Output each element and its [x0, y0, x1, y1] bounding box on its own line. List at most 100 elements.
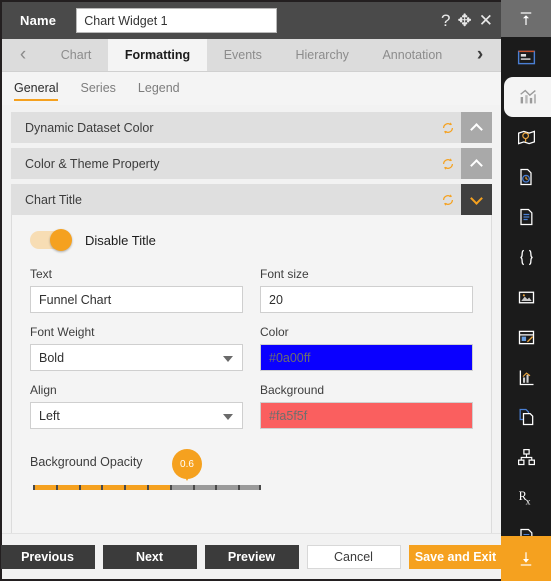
save-and-exit-button[interactable]: Save and Exit — [408, 544, 503, 569]
font-size-label: Font size — [260, 267, 309, 281]
copy-document-icon — [519, 408, 534, 426]
align-select[interactable]: Left — [30, 402, 243, 429]
refresh-icon[interactable] — [435, 184, 461, 215]
rail-item-line-chart[interactable] — [501, 357, 551, 397]
rail-icon-list: R x — [501, 37, 551, 581]
prescription-rx-icon: R x — [518, 489, 530, 507]
question-mark-icon[interactable]: ? — [441, 12, 450, 29]
rail-item-copy-document[interactable] — [501, 397, 551, 437]
font-size-input[interactable] — [260, 286, 473, 313]
font-weight-value: Bold — [39, 350, 65, 365]
accordion-title: Dynamic Dataset Color — [25, 120, 154, 135]
tabs-scroll-right-icon[interactable]: › — [459, 39, 502, 71]
rail-item-document-lines[interactable] — [501, 197, 551, 237]
move-icon[interactable]: ✥ — [458, 12, 472, 29]
disable-title-toggle[interactable] — [30, 229, 72, 251]
rail-item-widget-panel[interactable] — [501, 37, 551, 77]
rail-item-prescription-rx[interactable]: R x — [501, 477, 551, 517]
font-weight-label: Font Weight — [30, 325, 95, 339]
refresh-icon[interactable] — [435, 112, 461, 143]
field-background: Background #fa5f5f — [260, 383, 473, 429]
color-value: #0a00ff — [269, 350, 311, 365]
tab-hierarchy[interactable]: Hierarchy — [278, 39, 366, 71]
map-pin-icon — [517, 130, 535, 144]
rail-item-map-pin[interactable] — [501, 117, 551, 157]
accordion-color-theme-property[interactable]: Color & Theme Property — [11, 148, 492, 179]
title-background-input[interactable]: #fa5f5f — [260, 402, 473, 429]
titlebar-icons: ? ✥ ✕ — [441, 12, 493, 29]
chart-title-form: Text Font size Font Weight Bold — [30, 267, 473, 441]
svg-text:x: x — [525, 496, 530, 507]
accordion-chart-title[interactable]: Chart Title — [11, 184, 492, 215]
toggle-knob — [50, 229, 72, 251]
tab-events[interactable]: Events — [206, 39, 279, 71]
document-clock-icon — [520, 168, 532, 186]
previous-button[interactable]: Previous — [0, 544, 95, 569]
background-opacity-slider[interactable] — [33, 485, 261, 490]
font-weight-select[interactable]: Bold — [30, 344, 243, 371]
chevron-down-icon — [223, 356, 233, 362]
chart-title-panel: Disable Title Text Font size Font Weight — [11, 215, 492, 533]
bar-chart-icon — [519, 89, 536, 104]
rail-item-hierarchy-tree[interactable] — [501, 437, 551, 477]
tabs-scroll-left-icon[interactable]: ‹ — [2, 39, 44, 71]
next-button[interactable]: Next — [102, 544, 197, 569]
background-opacity-slider-block: Background Opacity 0.6 — [30, 445, 473, 524]
name-label: Name — [20, 13, 57, 28]
tab-formatting[interactable]: Formatting — [108, 39, 207, 71]
tab-chart[interactable]: Chart — [44, 39, 109, 71]
title-text-input[interactable] — [30, 286, 243, 313]
widget-panel-icon — [517, 50, 535, 64]
close-icon[interactable]: ✕ — [479, 12, 493, 29]
rail-item-document-clock[interactable] — [501, 157, 551, 197]
slider-value-pin: 0.6 — [172, 449, 202, 481]
dialog-titlebar: Name ? ✥ ✕ — [2, 2, 501, 39]
widget-configuration-dialog: Name ? ✥ ✕ ‹ Chart Formatting Events Hie… — [0, 0, 551, 581]
tab-annotation[interactable]: Annotation — [365, 39, 460, 71]
accordion-dynamic-dataset-color[interactable]: Dynamic Dataset Color — [11, 112, 492, 143]
widget-tool-rail: R x — [501, 0, 551, 581]
image-icon — [518, 291, 534, 303]
disable-title-toggle-row: Disable Title — [30, 229, 473, 251]
align-label: Align — [30, 383, 57, 397]
preview-button[interactable]: Preview — [204, 544, 299, 569]
field-align: Align Left — [30, 383, 243, 429]
accordion-expand-chevron-up-icon[interactable] — [461, 148, 492, 179]
secondary-tab-bar: General Series Legend — [2, 72, 501, 105]
refresh-icon[interactable] — [435, 148, 461, 179]
subtab-series[interactable]: Series — [80, 79, 115, 99]
subtab-legend[interactable]: Legend — [138, 79, 180, 99]
background-value: #fa5f5f — [269, 408, 308, 423]
disable-title-label: Disable Title — [85, 232, 156, 248]
background-label: Background — [260, 383, 325, 397]
form-edit-icon — [518, 330, 534, 344]
rail-item-form-edit[interactable] — [501, 317, 551, 357]
primary-tab-bar: ‹ Chart Formatting Events Hierarchy Anno… — [2, 39, 502, 72]
code-braces-icon — [519, 249, 533, 265]
settings-body: Dynamic Dataset Color Color & Theme Prop — [2, 105, 501, 533]
rail-item-image[interactable] — [501, 277, 551, 317]
document-lines-icon — [520, 208, 533, 226]
dialog-footer: Previous Next Preview Cancel Save and Ex… — [0, 533, 503, 579]
collapse-up-icon — [520, 11, 532, 25]
accordion-collapse-chevron-down-icon[interactable] — [461, 184, 492, 215]
accordion-title: Chart Title — [25, 192, 82, 207]
download-icon — [520, 551, 532, 566]
background-opacity-label: Background Opacity — [30, 455, 143, 469]
align-value: Left — [39, 408, 60, 423]
field-text: Text — [30, 267, 243, 313]
subtab-general[interactable]: General — [14, 79, 59, 101]
widget-name-input[interactable] — [76, 8, 278, 33]
field-font-size: Font size — [260, 267, 473, 313]
accordion-expand-chevron-up-icon[interactable] — [461, 112, 492, 143]
chevron-down-icon — [223, 414, 233, 420]
text-label: Text — [30, 267, 53, 281]
rail-item-code-braces[interactable] — [501, 237, 551, 277]
rail-download-button[interactable] — [501, 536, 551, 581]
cancel-button[interactable]: Cancel — [306, 544, 401, 569]
rail-collapse-up-button[interactable] — [501, 0, 551, 37]
title-color-input[interactable]: #0a00ff — [260, 344, 473, 371]
dialog-panel: Name ? ✥ ✕ ‹ Chart Formatting Events Hie… — [0, 0, 503, 581]
line-chart-icon — [519, 370, 533, 385]
rail-item-bar-chart[interactable] — [504, 77, 551, 117]
